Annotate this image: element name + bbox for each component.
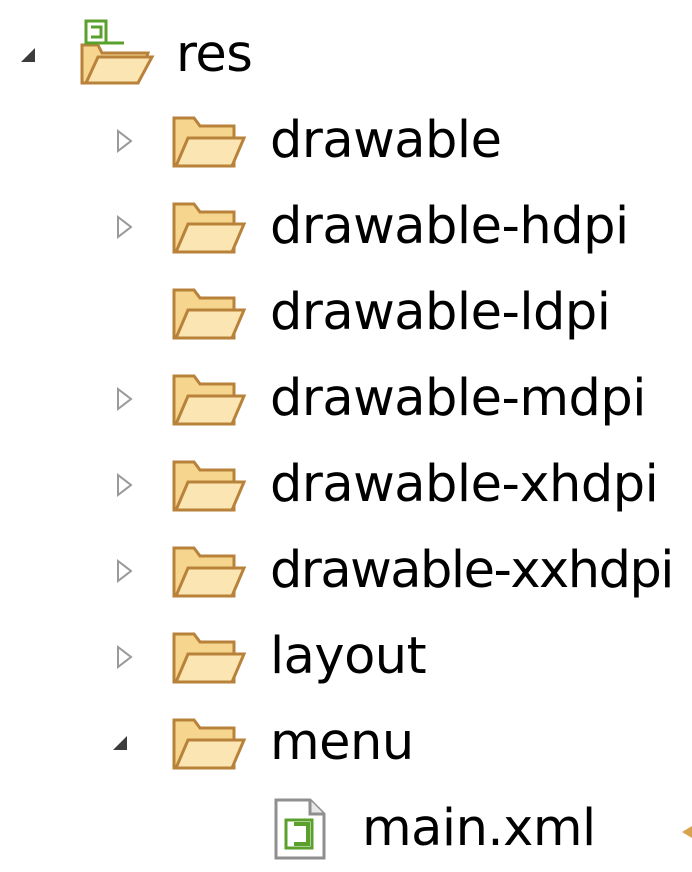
collapsed-twisty-icon[interactable] — [104, 379, 144, 419]
tree-item-layout[interactable]: layout — [0, 614, 692, 700]
tree-item-label: drawable-xxhdpi — [270, 541, 674, 600]
tree-item-label: drawable-xhdpi — [270, 455, 659, 514]
tree-item-label: layout — [270, 627, 427, 686]
tree-item-label: drawable-mdpi — [270, 369, 646, 428]
project-explorer-tree: res drawable drawable-hdpi drawable-ldpi… — [0, 0, 692, 862]
folder-open-icon — [170, 714, 246, 774]
tree-item-label: menu — [270, 713, 414, 772]
collapsed-twisty-icon[interactable] — [104, 207, 144, 247]
android-resource-folder-icon — [76, 19, 156, 91]
tree-item-menu[interactable]: menu — [0, 700, 692, 786]
tree-item-drawable-hdpi[interactable]: drawable-hdpi — [0, 184, 692, 270]
tree-item-label: drawable — [270, 111, 502, 170]
collapsed-twisty-icon[interactable] — [104, 551, 144, 591]
tree-item-res[interactable]: res — [0, 12, 692, 98]
collapsed-twisty-icon[interactable] — [104, 465, 144, 505]
tree-item-label: drawable-ldpi — [270, 283, 611, 342]
folder-open-icon — [170, 284, 246, 344]
folder-open-icon — [170, 628, 246, 688]
expanded-twisty-icon[interactable] — [100, 723, 140, 763]
tree-item-label: res — [176, 25, 253, 84]
folder-open-icon — [170, 456, 246, 516]
tree-item-main-xml[interactable]: main.xml — [0, 786, 692, 872]
pointer-arrow-icon — [680, 822, 692, 842]
folder-open-icon — [170, 370, 246, 430]
tree-item-label: main.xml — [362, 799, 596, 858]
folder-open-icon — [170, 198, 246, 258]
tree-item-drawable[interactable]: drawable — [0, 98, 692, 184]
tree-item-drawable-xxhdpi[interactable]: drawable-xxhdpi — [0, 528, 692, 614]
folder-open-icon — [170, 112, 246, 172]
expanded-twisty-icon[interactable] — [8, 35, 48, 75]
tree-item-drawable-mdpi[interactable]: drawable-mdpi — [0, 356, 692, 442]
tree-item-drawable-ldpi[interactable]: drawable-ldpi — [0, 270, 692, 356]
collapsed-twisty-icon[interactable] — [104, 637, 144, 677]
android-xml-file-icon — [270, 796, 330, 862]
tree-item-drawable-xhdpi[interactable]: drawable-xhdpi — [0, 442, 692, 528]
collapsed-twisty-icon[interactable] — [104, 121, 144, 161]
tree-item-label: drawable-hdpi — [270, 197, 629, 256]
folder-open-icon — [170, 542, 246, 602]
